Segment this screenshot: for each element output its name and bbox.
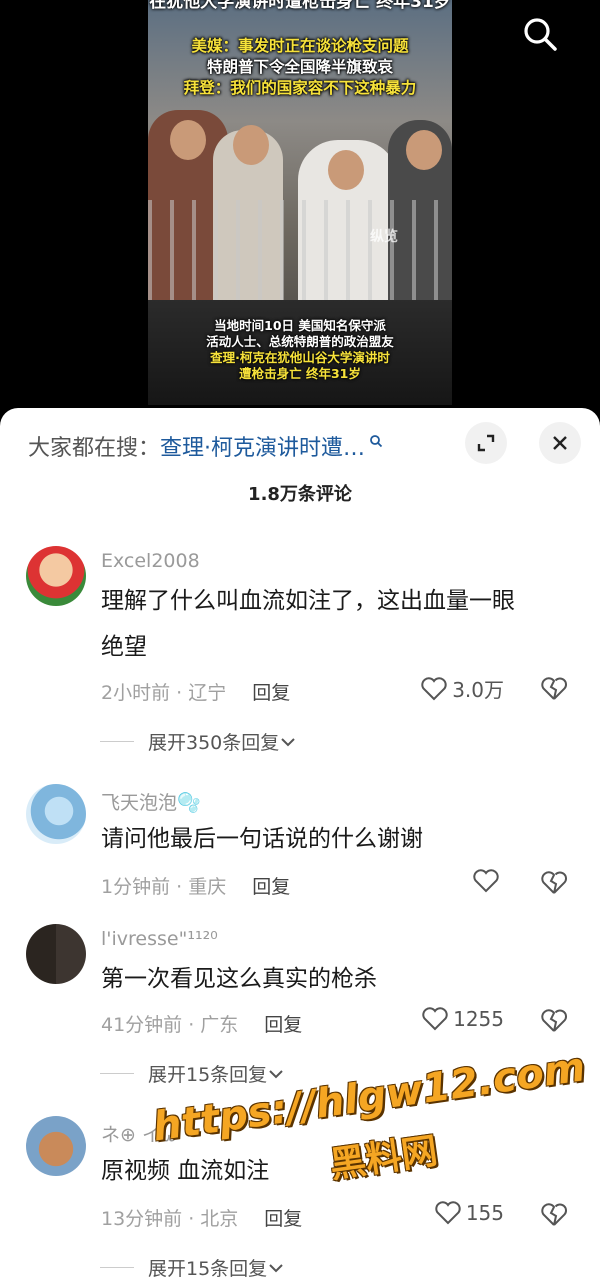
hot-search-label: 大家都在搜：: [28, 436, 161, 461]
like-button[interactable]: 1255: [421, 1006, 504, 1032]
comment-line: 理解了什么叫血流如注了，这出血量一眼: [101, 588, 515, 614]
source-watermark: 纵览: [370, 229, 398, 245]
expand-replies[interactable]: 展开15条回复: [100, 1060, 285, 1087]
username[interactable]: l'ivresse"¹¹²⁰: [101, 928, 218, 950]
crowd-head: [233, 125, 269, 165]
search-icon: [369, 429, 383, 454]
avatar[interactable]: [26, 924, 86, 984]
close-icon: [553, 436, 567, 450]
heart-icon: [435, 1201, 461, 1225]
avatar[interactable]: [26, 1116, 86, 1176]
watermark-name: 黑料网: [327, 1130, 441, 1187]
crowd-head: [406, 130, 442, 170]
comment-line: 第一次看见这么真实的枪杀: [101, 966, 377, 992]
comment-line: 请问他最后一句话说的什么谢谢: [101, 826, 423, 852]
caption-line: 查理·柯克在犹他山谷大学演讲时: [210, 350, 390, 365]
dislike-button[interactable]: [540, 1008, 568, 1038]
expand-replies-label: 展开350条回复: [148, 732, 280, 754]
speaker-head: [328, 150, 364, 190]
caption-line: 活动人士、总统特朗普的政治盟友: [206, 334, 394, 349]
like-count: 3.0万: [452, 678, 504, 702]
broken-heart-icon: [541, 1203, 567, 1226]
expand-replies-label: 展开15条回复: [148, 1258, 268, 1280]
heart-icon: [473, 869, 499, 893]
expand-icon: [477, 434, 495, 452]
dislike-button[interactable]: [540, 870, 568, 900]
heart-icon: [421, 676, 447, 700]
search-icon[interactable]: [520, 14, 560, 54]
caption-line: 当地时间10日 美国知名保守派: [214, 318, 386, 333]
like-count: 1255: [453, 1007, 504, 1031]
expand-replies[interactable]: 展开15条回复: [100, 1254, 285, 1280]
reply-button[interactable]: 回复: [252, 872, 290, 899]
like-button[interactable]: [472, 868, 504, 894]
broken-heart-icon: [541, 677, 567, 700]
headline-line: 拜登：我们的国家容不下这种暴力: [183, 79, 417, 97]
chevron-down-icon: [269, 1263, 283, 1272]
expand-replies[interactable]: 展开350条回复: [100, 728, 297, 755]
video-caption: 当地时间10日 美国知名保守派 活动人士、总统特朗普的政治盟友 查理·柯克在犹他…: [148, 318, 452, 382]
video-headline-top: 在犹他大学演讲时遭枪击身亡 终年31岁: [149, 0, 451, 12]
dislike-button[interactable]: [540, 676, 568, 706]
video-headline: 美媒：事发时正在谈论枪支问题 特朗普下令全国降半旗致哀 拜登：我们的国家容不下这…: [148, 36, 452, 99]
comment-meta: 1分钟前 · 重庆 回复: [101, 872, 290, 899]
username[interactable]: 飞天泡泡🫧: [101, 788, 201, 815]
comment-line: 绝望: [101, 634, 147, 660]
video-player[interactable]: 在犹他大学演讲时遭枪击身亡 终年31岁 美媒：事发时正在谈论枪支问题 特朗普下令…: [148, 0, 452, 405]
username[interactable]: Excel2008: [101, 550, 200, 572]
headline-line: 特朗普下令全国降半旗致哀: [206, 58, 393, 76]
like-button[interactable]: 3.0万: [420, 674, 504, 703]
comment-meta: 2小时前 · 辽宁 回复: [101, 678, 290, 705]
comment-meta: 41分钟前 · 广东 回复: [101, 1010, 302, 1037]
divider: [100, 741, 134, 742]
comment-time-location: 2小时前 · 辽宁: [101, 682, 227, 704]
heart-icon: [422, 1007, 448, 1031]
avatar[interactable]: [26, 784, 86, 844]
dislike-button[interactable]: [540, 1202, 568, 1232]
comment-time-location: 1分钟前 · 重庆: [101, 876, 227, 898]
comment-text: 第一次看见这么真实的枪杀: [101, 956, 571, 1002]
comment-text: 请问他最后一句话说的什么谢谢: [101, 816, 571, 862]
like-count: 155: [465, 1201, 504, 1225]
broken-heart-icon: [541, 1009, 567, 1032]
barrier-fence: [148, 200, 452, 310]
chevron-down-icon: [269, 1069, 283, 1078]
hot-search-term[interactable]: 查理·柯克演讲时遭…: [160, 430, 365, 462]
comment-time-location: 41分钟前 · 广东: [101, 1014, 239, 1036]
expand-replies-label: 展开15条回复: [148, 1064, 268, 1086]
like-button[interactable]: 155: [434, 1200, 504, 1226]
headline-line: 美媒：事发时正在谈论枪支问题: [191, 37, 409, 55]
chevron-down-icon: [281, 737, 295, 746]
divider: [100, 1073, 134, 1074]
comment-text: 理解了什么叫血流如注了，这出血量一眼 绝望: [101, 578, 571, 670]
expand-button[interactable]: [465, 422, 507, 464]
broken-heart-icon: [541, 871, 567, 894]
comment-count: 1.8万条评论: [248, 484, 352, 505]
caption-line: 遭枪击身亡 终年31岁: [239, 366, 361, 381]
video-area[interactable]: 在犹他大学演讲时遭枪击身亡 终年31岁 美媒：事发时正在谈论枪支问题 特朗普下令…: [0, 0, 600, 410]
reply-button[interactable]: 回复: [252, 678, 290, 705]
divider: [100, 1267, 134, 1268]
hot-search-bar[interactable]: 大家都在搜： 查理·柯克演讲时遭…: [28, 426, 383, 466]
avatar[interactable]: [26, 546, 86, 606]
crowd-head: [170, 120, 206, 160]
reply-button[interactable]: 回复: [264, 1010, 302, 1037]
close-button[interactable]: [539, 422, 581, 464]
